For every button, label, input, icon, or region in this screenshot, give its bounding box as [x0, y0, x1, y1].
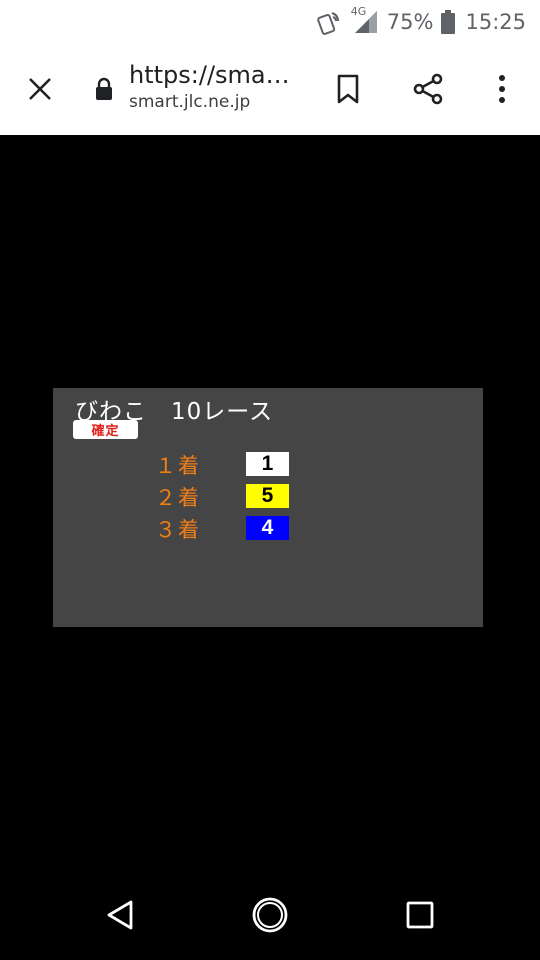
more-vert-icon [499, 75, 505, 103]
home-button[interactable] [250, 895, 290, 935]
url-title: https://sma… [129, 61, 290, 89]
bookmark-icon [337, 74, 359, 104]
clock: 15:25 [465, 10, 526, 34]
result-row-3: ３着 4 [53, 514, 483, 542]
signal-icon: 4G [351, 5, 379, 35]
boat-number-box: 4 [246, 516, 289, 540]
boat-number-box: 5 [246, 484, 289, 508]
web-content: びわこ 10レース 確定 １着 1 ２着 5 ３着 4 [0, 135, 540, 869]
bookmark-button[interactable] [328, 69, 368, 109]
system-nav-bar [0, 869, 540, 960]
nfc-tap-icon [315, 7, 345, 37]
lock-icon[interactable] [93, 77, 115, 101]
recents-button[interactable] [400, 895, 440, 935]
share-icon [413, 73, 443, 105]
result-row-2: ２着 5 [53, 482, 483, 510]
place-label: １着 [155, 454, 201, 478]
close-tab-button[interactable] [20, 69, 60, 109]
battery-percent: 75% [386, 10, 434, 34]
back-button[interactable] [100, 895, 140, 935]
more-options-button[interactable] [482, 69, 522, 109]
share-button[interactable] [408, 69, 448, 109]
home-circle-icon [252, 897, 288, 933]
network-type: 4G [350, 5, 367, 18]
place-label: ３着 [155, 518, 201, 542]
boat-number-box: 1 [246, 452, 289, 476]
status-bar: 4G 75% 15:25 [0, 0, 540, 44]
race-result-panel: びわこ 10レース 確定 １着 1 ２着 5 ３着 4 [53, 388, 483, 627]
place-label: ２着 [155, 486, 201, 510]
address-bar[interactable]: https://sma… smart.jlc.ne.jp [129, 61, 329, 112]
url-host: smart.jlc.ne.jp [129, 92, 251, 112]
battery-icon [441, 10, 456, 34]
recents-square-icon [406, 901, 434, 929]
back-triangle-icon [107, 900, 133, 930]
close-icon [29, 78, 51, 100]
status-badge: 確定 [73, 420, 138, 439]
result-row-1: １着 1 [53, 450, 483, 478]
browser-toolbar: https://sma… smart.jlc.ne.jp [0, 44, 540, 135]
